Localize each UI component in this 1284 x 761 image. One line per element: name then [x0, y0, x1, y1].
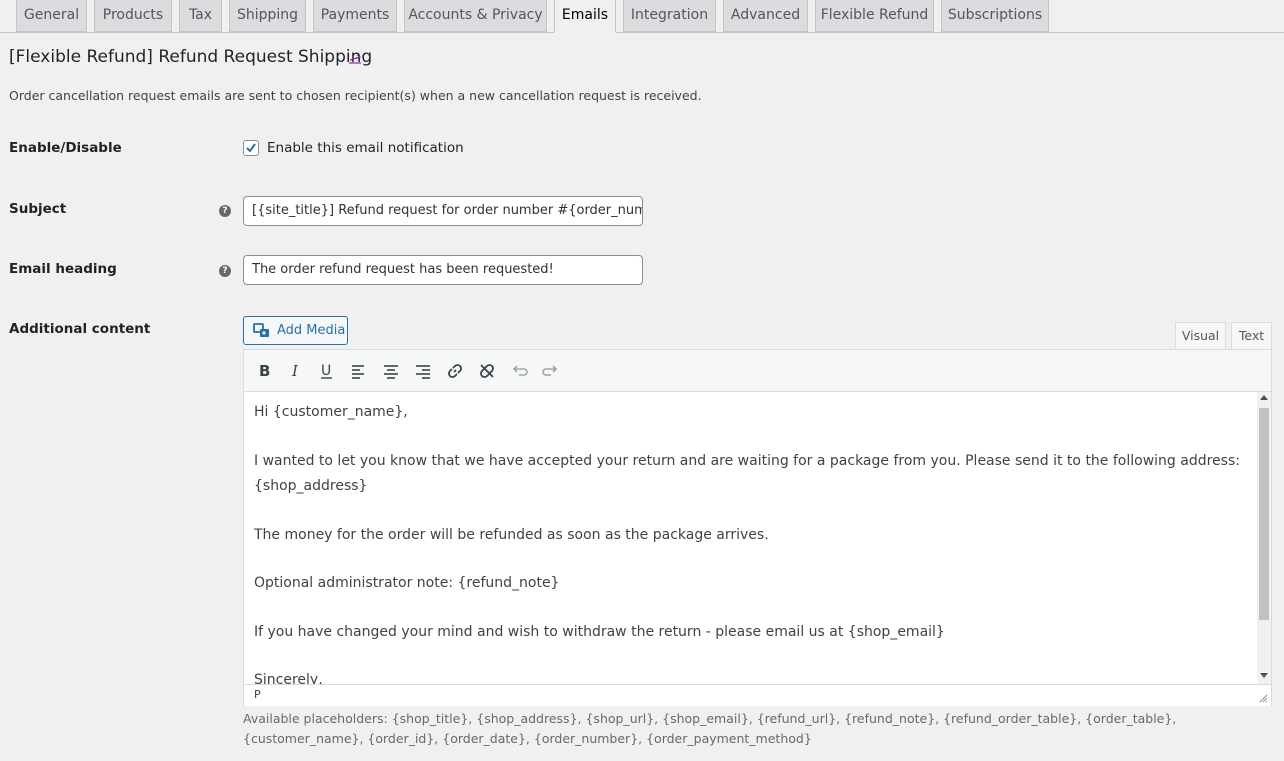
help-icon[interactable]: ? — [219, 205, 231, 217]
additional-content-label: Additional content — [9, 321, 151, 337]
svg-text:B: B — [259, 362, 270, 380]
content-line: {shop_address} — [254, 478, 368, 494]
underline-icon[interactable]: U — [316, 360, 338, 382]
help-icon[interactable]: ? — [219, 265, 231, 277]
editor-content[interactable]: Hi {customer_name}, I wanted to let you … — [244, 392, 1257, 684]
tab-visual[interactable]: Visual — [1175, 322, 1226, 351]
subject-input[interactable]: [{site_title}] Refund request for order … — [243, 196, 643, 226]
tab-shipping[interactable]: Shipping — [229, 0, 306, 32]
tab-flexible-refund[interactable]: Flexible Refund — [815, 0, 934, 32]
email-heading-input[interactable]: The order refund request has been reques… — [243, 255, 643, 285]
tab-payments[interactable]: Payments — [313, 0, 397, 32]
svg-text:U: U — [321, 363, 331, 379]
page-title: [Flexible Refund] Refund Request Shippin… — [9, 47, 373, 67]
content-line: Sincerely, — [254, 672, 323, 684]
editor-statusbar: P — [244, 684, 1271, 706]
tab-subscriptions[interactable]: Subscriptions — [941, 0, 1049, 32]
redo-icon[interactable] — [540, 360, 562, 382]
scroll-thumb[interactable] — [1259, 408, 1269, 620]
bold-icon[interactable]: B — [253, 360, 275, 382]
enable-label: Enable/Disable — [9, 140, 122, 156]
add-media-button[interactable]: Add Media — [243, 316, 348, 345]
tab-advanced[interactable]: Advanced — [723, 0, 808, 32]
content-line: I wanted to let you know that we have ac… — [254, 453, 1240, 469]
align-right-icon[interactable] — [412, 360, 434, 382]
add-media-label: Add Media — [277, 323, 346, 338]
tab-products[interactable]: Products — [94, 0, 172, 32]
available-placeholders: Available placeholders: {shop_title}, {s… — [243, 711, 1177, 746]
scroll-up-icon[interactable] — [1260, 395, 1268, 400]
content-line: Optional administrator note: {refund_not… — [254, 575, 560, 591]
tab-emails[interactable]: Emails — [554, 0, 616, 33]
scroll-down-icon[interactable] — [1260, 673, 1268, 678]
settings-tabs: General Products Tax Shipping Payments A… — [0, 0, 1284, 33]
svg-text:I: I — [291, 362, 299, 380]
undo-icon[interactable] — [508, 360, 530, 382]
media-icon — [253, 323, 269, 337]
editor-toolbar: B I U — [244, 350, 1271, 392]
page-description: Order cancellation request emails are se… — [9, 88, 702, 103]
enable-checkbox[interactable] — [243, 140, 259, 156]
tabs-divider — [0, 32, 1284, 33]
resize-handle-icon[interactable] — [1258, 693, 1268, 703]
tab-accounts-privacy[interactable]: Accounts & Privacy — [404, 0, 547, 32]
align-left-icon[interactable] — [348, 360, 370, 382]
unlink-icon[interactable] — [476, 360, 498, 382]
content-line: If you have changed your mind and wish t… — [254, 624, 945, 640]
enable-checkbox-label[interactable]: Enable this email notification — [267, 140, 464, 156]
tab-general[interactable]: General — [16, 0, 87, 32]
editor-scrollbar[interactable] — [1257, 392, 1271, 684]
italic-icon[interactable]: I — [285, 360, 307, 382]
content-line: The money for the order will be refunded… — [254, 527, 769, 543]
tab-tax[interactable]: Tax — [179, 0, 222, 32]
editor: B I U Hi {customer_name}, I wanted to le… — [243, 349, 1272, 706]
link-icon[interactable] — [444, 360, 466, 382]
tab-text[interactable]: Text — [1231, 322, 1272, 350]
checkmark-icon — [246, 143, 256, 153]
email-heading-label: Email heading — [9, 261, 117, 277]
tab-integration[interactable]: Integration — [623, 0, 716, 32]
element-path[interactable]: P — [254, 688, 261, 701]
subject-label: Subject — [9, 201, 67, 217]
content-line: Hi {customer_name}, — [254, 404, 408, 420]
back-arrow-icon[interactable] — [347, 50, 363, 66]
align-center-icon[interactable] — [380, 360, 402, 382]
